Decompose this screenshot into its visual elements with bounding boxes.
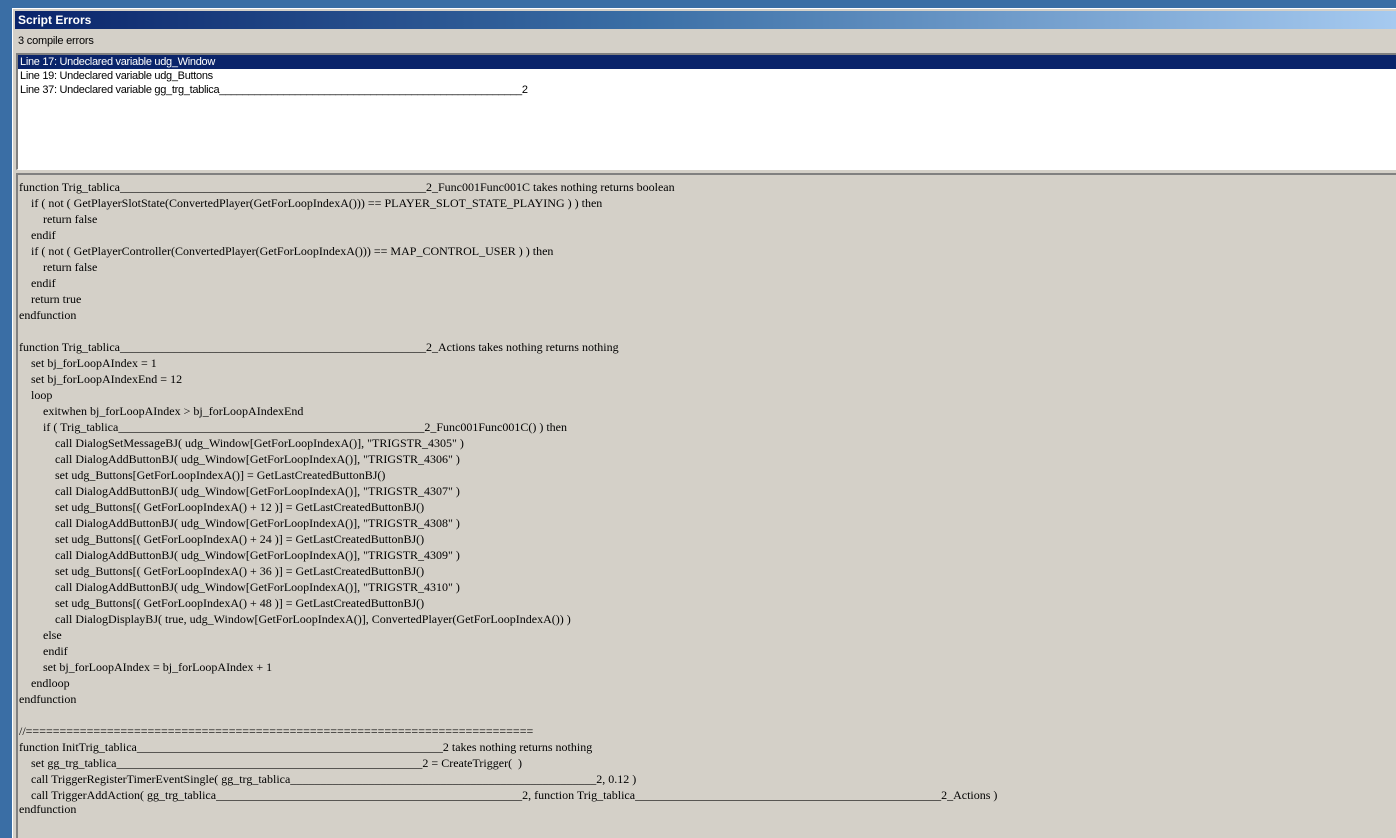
code-line: endloop bbox=[19, 676, 70, 690]
code-line: call DialogAddButtonBJ( udg_Window[GetFo… bbox=[19, 548, 460, 562]
script-code-view[interactable]: function Trig_tablica___________________… bbox=[16, 173, 1396, 838]
code-line: endif bbox=[19, 644, 68, 658]
code-line: set udg_Buttons[( GetForLoopIndexA() + 1… bbox=[19, 500, 425, 514]
code-line: endif bbox=[19, 276, 56, 290]
code-line: call TriggerAddAction( gg_trg_tablica___… bbox=[19, 788, 998, 802]
code-line: call DialogAddButtonBJ( udg_Window[GetFo… bbox=[19, 516, 460, 530]
code-line: set udg_Buttons[( GetForLoopIndexA() + 2… bbox=[19, 532, 425, 546]
script-errors-window: Script Errors 3 compile errors Line 17: … bbox=[12, 8, 1396, 838]
code-line: return true bbox=[19, 292, 82, 306]
code-line: call DialogAddButtonBJ( udg_Window[GetFo… bbox=[19, 452, 460, 466]
code-line: endfunction bbox=[19, 803, 77, 815]
error-count-label: 3 compile errors bbox=[18, 35, 94, 47]
window-title: Script Errors bbox=[18, 13, 92, 27]
code-line: call DialogSetMessageBJ( udg_Window[GetF… bbox=[19, 436, 464, 450]
code-line: set bj_forLoopAIndex = 1 bbox=[19, 356, 157, 370]
code-line: else bbox=[19, 628, 62, 642]
code-line: exitwhen bj_forLoopAIndex > bj_forLoopAI… bbox=[19, 404, 304, 418]
window-title-bar[interactable]: Script Errors bbox=[15, 11, 1396, 29]
code-line: set bj_forLoopAIndexEnd = 12 bbox=[19, 372, 183, 386]
code-line: if ( not ( GetPlayerSlotState(ConvertedP… bbox=[19, 196, 603, 210]
code-line: endif bbox=[19, 228, 56, 242]
error-list[interactable]: Line 17: Undeclared variable udg_Window … bbox=[16, 53, 1396, 170]
error-item-line-19[interactable]: Line 19: Undeclared variable udg_Buttons bbox=[18, 69, 1396, 83]
code-line: set udg_Buttons[( GetForLoopIndexA() + 4… bbox=[19, 596, 425, 610]
code-line: call DialogDisplayBJ( true, udg_Window[G… bbox=[19, 612, 571, 626]
code-line: if ( not ( GetPlayerController(Converted… bbox=[19, 244, 554, 258]
code-line: if ( Trig_tablica_______________________… bbox=[19, 420, 567, 434]
code-line: call DialogAddButtonBJ( udg_Window[GetFo… bbox=[19, 484, 460, 498]
code-line: set udg_Buttons[GetForLoopIndexA()] = Ge… bbox=[19, 468, 386, 482]
code-line: return false bbox=[19, 260, 98, 274]
error-item-line-37[interactable]: Line 37: Undeclared variable gg_trg_tabl… bbox=[18, 83, 1396, 97]
error-item-line-17[interactable]: Line 17: Undeclared variable udg_Window bbox=[18, 55, 1396, 69]
desktop-background bbox=[0, 0, 12, 838]
code-line: set bj_forLoopAIndex = bj_forLoopAIndex … bbox=[19, 660, 273, 674]
code-line: set udg_Buttons[( GetForLoopIndexA() + 3… bbox=[19, 564, 425, 578]
code-line: endfunction bbox=[19, 308, 77, 322]
code-line: loop bbox=[19, 388, 53, 402]
code-line: //======================================… bbox=[19, 724, 534, 738]
code-line: call DialogAddButtonBJ( udg_Window[GetFo… bbox=[19, 580, 460, 594]
code-line: function InitTrig_tablica_______________… bbox=[19, 740, 593, 754]
code-line: set gg_trg_tablica______________________… bbox=[19, 756, 523, 770]
code-line: return false bbox=[19, 212, 98, 226]
code-line: call TriggerRegisterTimerEventSingle( gg… bbox=[19, 772, 637, 786]
code-line: endfunction bbox=[19, 692, 77, 706]
code-line: function Trig_tablica___________________… bbox=[19, 180, 675, 194]
code-line: function Trig_tablica___________________… bbox=[19, 340, 619, 354]
